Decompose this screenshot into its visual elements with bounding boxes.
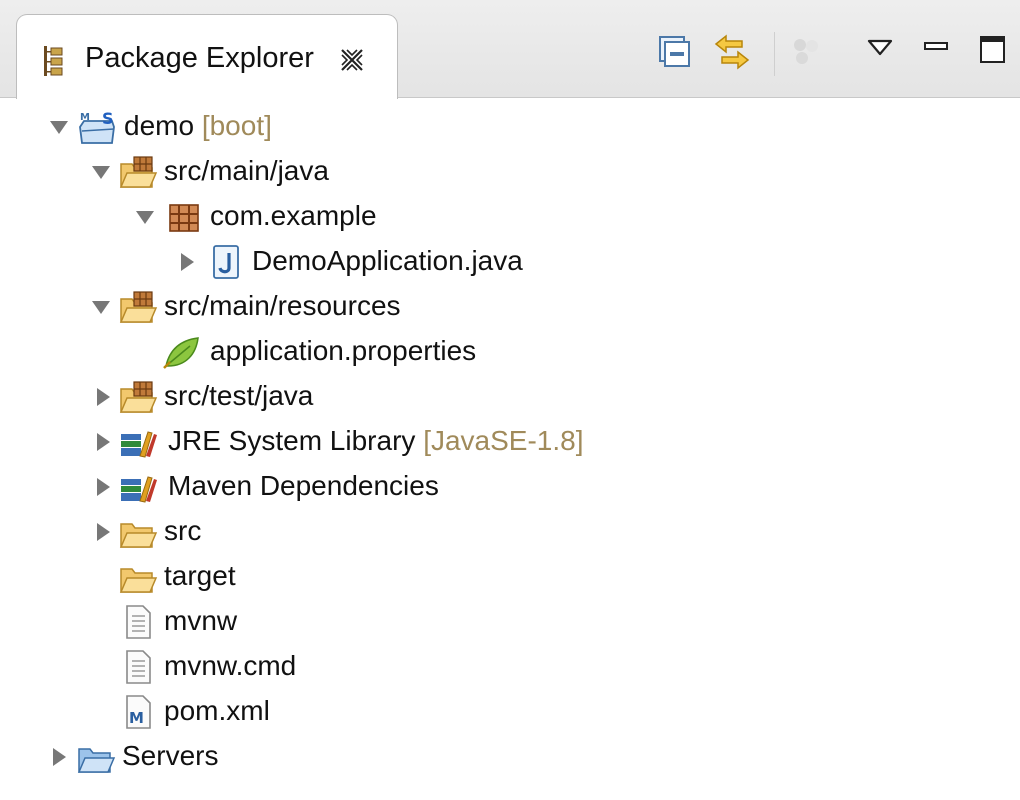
source-folder-icon: [119, 381, 158, 413]
focus-on-active-task-icon[interactable]: [790, 36, 822, 68]
folder-icon: [119, 568, 158, 593]
tree-item-jre-system-library[interactable]: JRE System Library [JavaSE-1.8]: [0, 419, 1020, 464]
view-title: Package Explorer: [85, 42, 314, 74]
tree-item-label: com.example: [210, 200, 377, 231]
maven-pom-icon: M: [126, 695, 151, 729]
tree-item-mvnw[interactable]: mvnw: [0, 599, 1020, 644]
tree-item-servers[interactable]: Servers: [0, 734, 1020, 779]
chevron-right-icon[interactable]: [176, 251, 198, 273]
tree-item-label: Maven Dependencies: [168, 470, 439, 501]
tree-item-label: src/test/java: [164, 380, 314, 411]
tree-item-label: pom.xml: [164, 695, 270, 726]
library-icon: [121, 476, 157, 503]
source-folder-icon: [119, 156, 158, 188]
chevron-right-icon[interactable]: [92, 386, 114, 408]
view-menu-triangle-icon[interactable]: [866, 36, 894, 60]
java-file-icon: [213, 245, 239, 279]
tree-item-label: src/main/resources: [164, 290, 401, 321]
tree-item-label: DemoApplication.java: [252, 245, 523, 276]
chevron-right-icon[interactable]: [92, 431, 114, 453]
chevron-right-icon[interactable]: [92, 476, 114, 498]
tree-item-pom-xml[interactable]: M pom.xml: [0, 689, 1020, 734]
svg-text:M: M: [80, 112, 90, 123]
collapse-all-icon[interactable]: [656, 34, 692, 70]
package-explorer-icon: [44, 46, 63, 76]
package-explorer-view: Package Explorer M S demo [boot] src/mai…: [0, 0, 1020, 800]
chevron-down-icon[interactable]: [90, 161, 112, 183]
package-icon: [169, 204, 199, 232]
spring-leaf-icon: [163, 337, 199, 369]
package-explorer-tab[interactable]: Package Explorer: [16, 14, 398, 99]
tree-item-src-test-java[interactable]: src/test/java: [0, 374, 1020, 419]
svg-text:S: S: [102, 109, 114, 128]
link-with-editor-icon[interactable]: [710, 30, 754, 74]
text-file-icon: [126, 605, 151, 639]
source-folder-icon: [119, 291, 158, 323]
tree-item-demo-application-java[interactable]: DemoApplication.java: [0, 239, 1020, 284]
tree-item-label: application.properties: [210, 335, 477, 366]
tree-item-label: src: [164, 515, 202, 546]
tree-item-demo[interactable]: M S demo [boot]: [0, 104, 1020, 149]
tree-item-target[interactable]: target: [0, 554, 1020, 599]
chevron-right-icon[interactable]: [48, 746, 70, 768]
tree-item-label: mvnw: [164, 605, 238, 636]
tree-item-label: target: [164, 560, 236, 591]
tree-item-label: JRE System Library: [168, 425, 416, 456]
tree-item-com-example[interactable]: com.example: [0, 194, 1020, 239]
project-tree[interactable]: M S demo [boot] src/main/java com.exampl…: [0, 100, 1020, 800]
project-folder-icon: [77, 748, 116, 773]
tree-item-src-main-java[interactable]: src/main/java: [0, 149, 1020, 194]
tree-item-label: mvnw.cmd: [164, 650, 297, 681]
tree-item-src[interactable]: src: [0, 509, 1020, 554]
toolbar-separator: [774, 32, 775, 76]
text-file-icon: [126, 650, 151, 684]
chevron-down-icon[interactable]: [48, 116, 70, 138]
tree-item-decoration: [JavaSE-1.8]: [423, 425, 584, 456]
folder-icon: [119, 523, 158, 548]
chevron-down-icon[interactable]: [90, 296, 112, 318]
tree-item-mvnw-cmd[interactable]: mvnw.cmd: [0, 644, 1020, 689]
boot-maven-project-icon: M S: [79, 109, 115, 144]
svg-text:M: M: [129, 709, 144, 727]
chevron-right-icon[interactable]: [92, 521, 114, 543]
tree-item-application-properties[interactable]: application.properties: [0, 329, 1020, 374]
minimize-icon[interactable]: [922, 36, 950, 60]
view-tab-bar: Package Explorer: [0, 0, 1020, 99]
chevron-down-icon[interactable]: [134, 206, 156, 228]
tree-item-src-main-resources[interactable]: src/main/resources: [0, 284, 1020, 329]
tree-item-label: Servers: [122, 740, 219, 771]
tree-item-label: src/main/java: [164, 155, 329, 186]
tree-item-decoration: [boot]: [201, 110, 272, 141]
tree-item-label: demo: [124, 110, 195, 141]
tree-item-maven-dependencies[interactable]: Maven Dependencies: [0, 464, 1020, 509]
library-icon: [121, 431, 157, 458]
close-x-icon[interactable]: [339, 47, 365, 73]
maximize-icon[interactable]: [978, 34, 1008, 66]
